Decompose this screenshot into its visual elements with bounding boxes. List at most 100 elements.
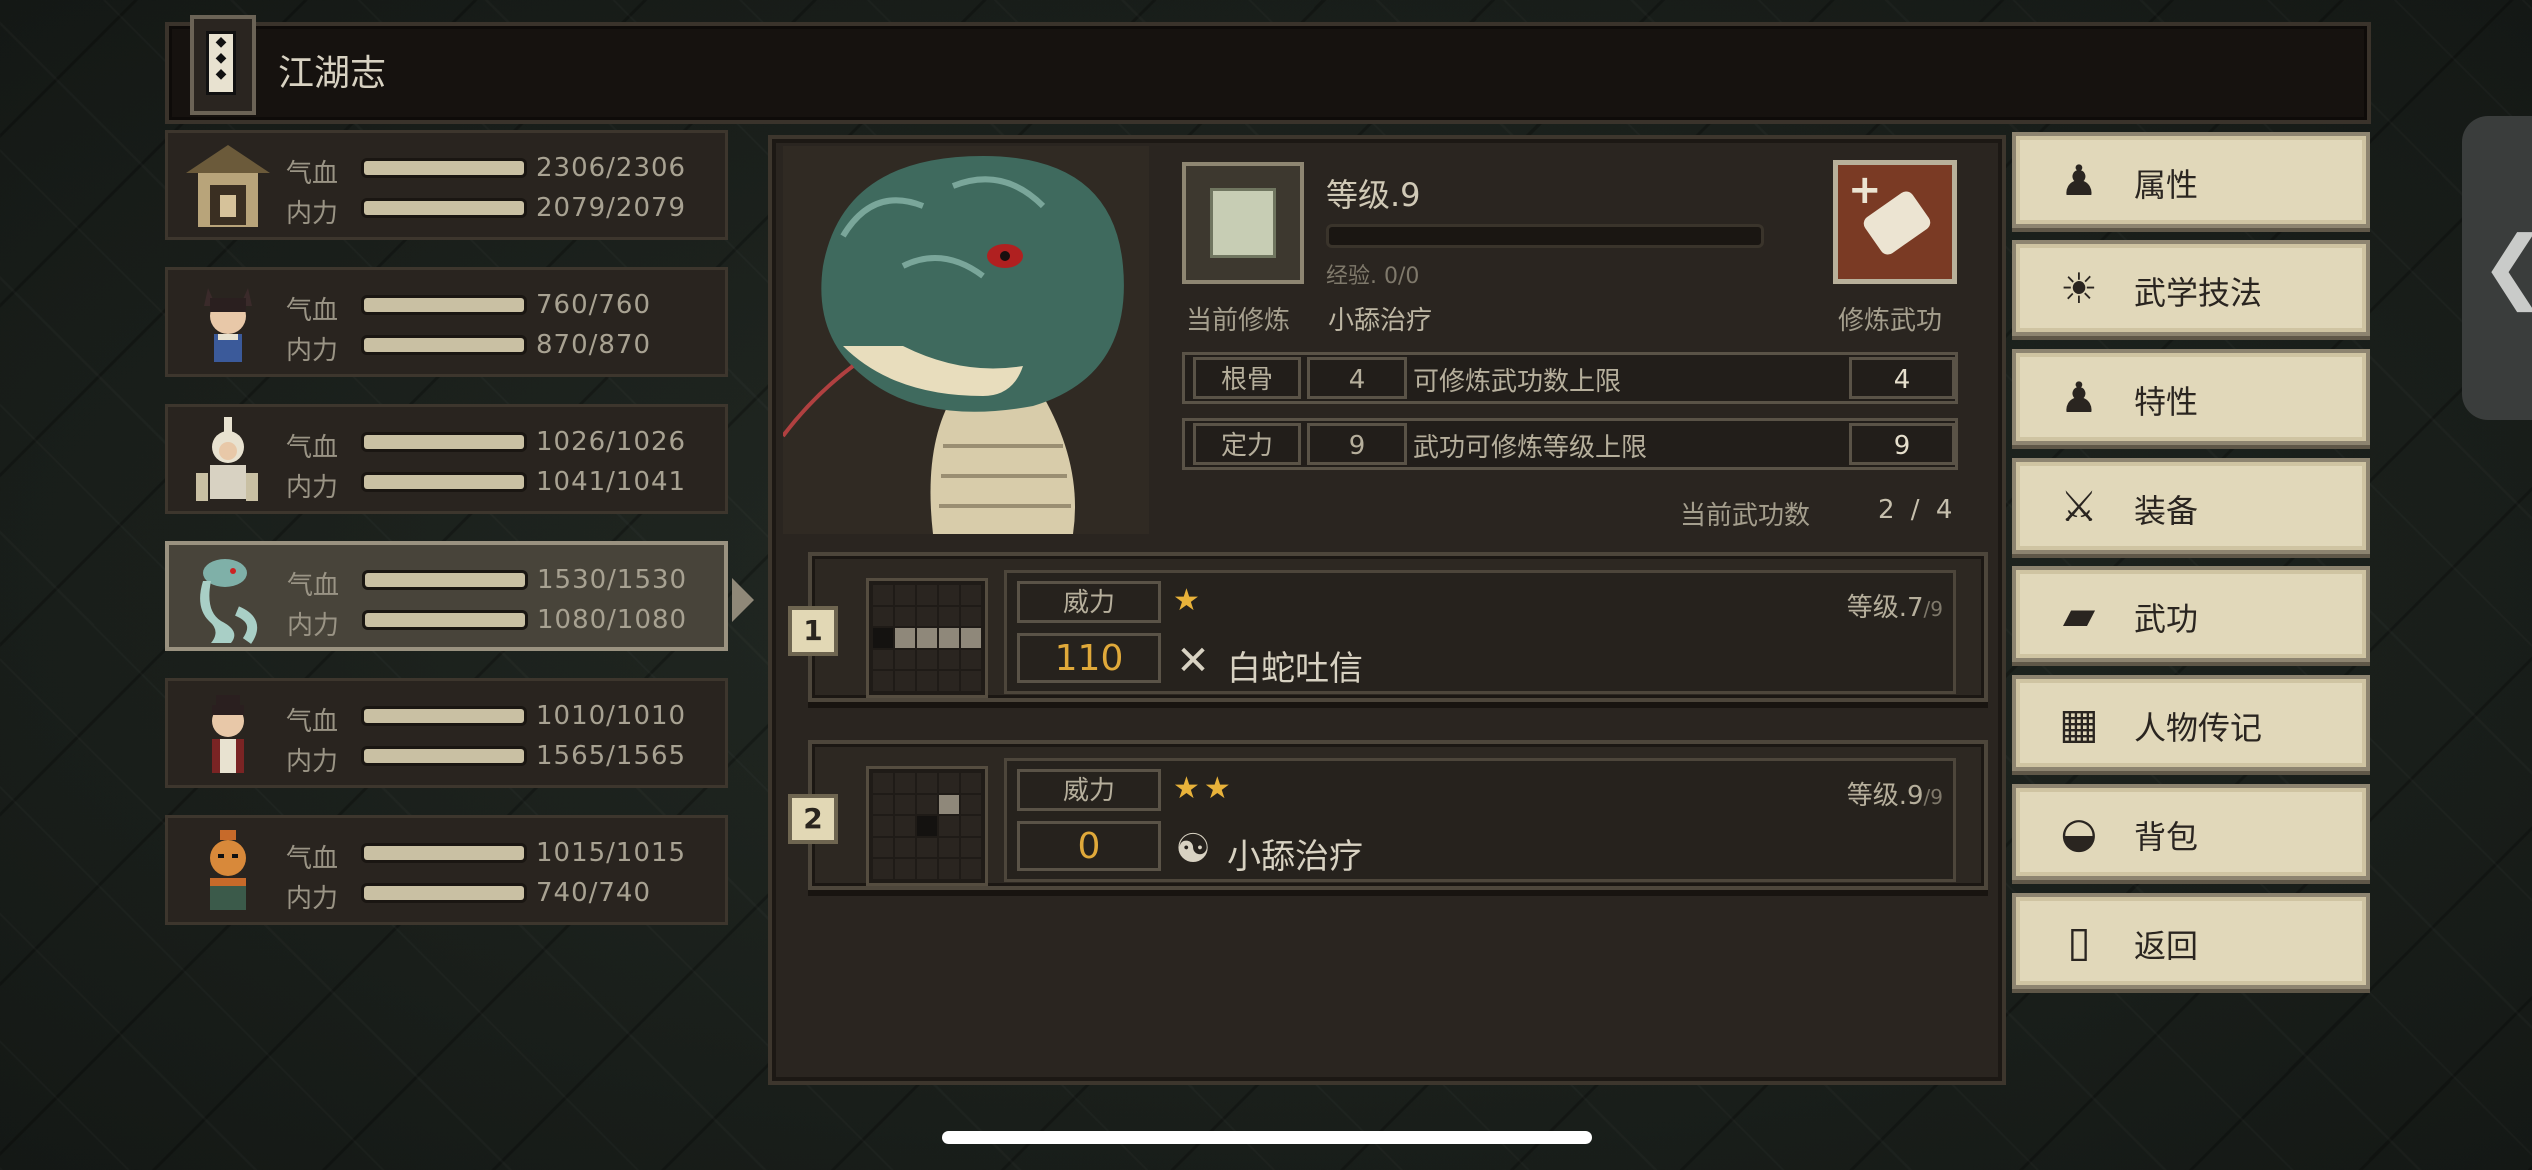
menu-techniques-button[interactable]: ☀ 武学技法 <box>2012 240 2370 336</box>
avatar-tiger-warrior <box>210 830 246 910</box>
door-icon: ▯ <box>2067 917 2091 966</box>
skill-name: 白蛇吐信 <box>1227 649 1363 689</box>
hp-label: 气血 <box>286 159 339 189</box>
hp-label: 气血 <box>287 571 340 601</box>
hp-bar <box>364 709 524 723</box>
train-skill-button[interactable]: + <box>1833 160 1957 284</box>
avatar-swordswoman <box>212 695 244 773</box>
character-card[interactable]: 气血 1015/1015 内力 740/740 <box>165 815 728 925</box>
level-scroll-icon <box>1182 162 1304 284</box>
current-training-label: 当前修炼 <box>1186 306 1291 336</box>
hp-value: 1026/1026 <box>536 427 687 457</box>
side-drawer-tab[interactable]: ❮ <box>2462 116 2532 420</box>
menu-biography-button[interactable]: ▦ 人物传记 <box>2012 675 2370 771</box>
exp-text: 经验. 0/0 <box>1326 264 1420 289</box>
mp-bar <box>364 338 524 352</box>
character-card[interactable]: 气血 1026/1026 内力 1041/1041 <box>165 404 728 514</box>
selection-arrow-icon <box>732 578 754 622</box>
star-rating-icon: ★★ <box>1173 771 1235 806</box>
hp-value: 2306/2306 <box>536 153 687 183</box>
page-title: 江湖志 <box>278 53 387 94</box>
yin-yang-icon: ☯ <box>1175 826 1211 872</box>
bag-icon: ◒ <box>2060 808 2098 857</box>
hp-label: 气血 <box>286 433 339 463</box>
crossed-swords-icon: ✕ <box>1176 638 1210 684</box>
mp-label: 内力 <box>287 611 340 641</box>
exp-bar <box>1326 224 1764 248</box>
character-card[interactable]: 气血 760/760 内力 870/870 <box>165 267 728 377</box>
skill-slot[interactable]: 2 威力 0 ★★ ☯ 小舔治疗 等级.9/9 <box>788 740 1988 890</box>
mp-value: 1565/1565 <box>536 741 687 771</box>
avatar-fox-girl <box>204 288 252 362</box>
snake-portrait <box>783 146 1149 534</box>
avatar-white-snake <box>200 559 258 644</box>
journal-book-icon: ◆ ◆ ◆ <box>190 15 256 115</box>
menu-label: 背包 <box>2134 818 2199 856</box>
manual-icon: ▰ <box>2062 590 2096 639</box>
attribute-limit: 9 <box>1849 423 1955 465</box>
attribute-limit: 4 <box>1849 357 1955 399</box>
mp-bar <box>364 886 524 900</box>
menu-label: 装备 <box>2134 492 2199 530</box>
menu-attributes-button[interactable]: ♟ 属性 <box>2012 132 2370 228</box>
plus-icon: + <box>1848 167 1882 213</box>
skill-level: 等级.9/9 <box>1846 781 1943 811</box>
power-label: 威力 <box>1017 581 1161 623</box>
mp-label: 内力 <box>286 199 339 229</box>
attribute-value: 9 <box>1307 423 1407 465</box>
attribute-name: 定力 <box>1193 423 1301 465</box>
hp-bar <box>364 161 524 175</box>
hp-label: 气血 <box>286 844 339 874</box>
hp-value: 760/760 <box>536 290 652 320</box>
scroll-icon: ▦ <box>2059 699 2099 748</box>
avatar-white-monk <box>196 417 258 501</box>
attribute-desc: 可修炼武功数上限 <box>1413 367 1622 397</box>
mp-bar <box>364 201 524 215</box>
slot-number: 2 <box>788 794 838 844</box>
menu-equipment-button[interactable]: ⚔ 装备 <box>2012 458 2370 554</box>
current-training-value: 小舔治疗 <box>1328 306 1433 336</box>
character-card[interactable]: 气血 2306/2306 内力 2079/2079 <box>165 130 728 240</box>
skill-slot[interactable]: 1 威力 110 ★ ✕ 白蛇吐信 等级.7/9 <box>788 552 1988 702</box>
meditating-figure-icon: ♟ <box>2060 373 2098 422</box>
menu-label: 武功 <box>2134 600 2199 638</box>
character-card[interactable]: 气血 1010/1010 内力 1565/1565 <box>165 678 728 788</box>
figure-icon: ♟ <box>2060 156 2098 205</box>
hp-bar <box>364 298 524 312</box>
menu-label: 武学技法 <box>2134 274 2263 312</box>
menu-back-button[interactable]: ▯ 返回 <box>2012 893 2370 989</box>
skill-info: 威力 110 ★ ✕ 白蛇吐信 等级.7/9 <box>1004 570 1956 694</box>
hp-label: 气血 <box>286 707 339 737</box>
skill-level: 等级.7/9 <box>1846 593 1943 623</box>
hp-bar <box>364 435 524 449</box>
star-rating-icon: ★ <box>1173 583 1204 618</box>
mp-value: 1080/1080 <box>537 605 688 635</box>
slot-number: 1 <box>788 606 838 656</box>
skill-name: 小舔治疗 <box>1227 837 1363 877</box>
sword-icon: ⚔ <box>2060 482 2098 531</box>
mp-bar <box>364 749 524 763</box>
hp-label: 气血 <box>286 296 339 326</box>
mp-value: 2079/2079 <box>536 193 687 223</box>
chevron-left-icon: ❮ <box>2480 216 2532 316</box>
menu-label: 属性 <box>2134 166 2199 204</box>
mp-label: 内力 <box>286 473 339 503</box>
title-bar <box>165 22 2371 124</box>
attribute-name: 根骨 <box>1193 357 1301 399</box>
attribute-row-bone: 根骨 4 可修炼武功数上限 4 <box>1182 352 1958 404</box>
mp-label: 内力 <box>286 336 339 366</box>
skill-count-label: 当前武功数 <box>1680 501 1811 531</box>
menu-inventory-button[interactable]: ◒ 背包 <box>2012 784 2370 880</box>
character-card-selected[interactable]: 气血 1530/1530 内力 1080/1080 <box>165 541 728 651</box>
hp-bar <box>365 573 525 587</box>
power-value: 0 <box>1017 821 1161 871</box>
avatar-pavilion <box>186 145 270 227</box>
skill-info: 威力 0 ★★ ☯ 小舔治疗 等级.9/9 <box>1004 758 1956 882</box>
menu-traits-button[interactable]: ♟ 特性 <box>2012 349 2370 445</box>
menu-martial-arts-button[interactable]: ▰ 武功 <box>2012 566 2370 662</box>
home-indicator[interactable] <box>942 1131 1592 1144</box>
hp-value: 1015/1015 <box>536 838 687 868</box>
menu-label: 特性 <box>2134 383 2199 421</box>
mp-label: 内力 <box>286 884 339 914</box>
mp-value: 1041/1041 <box>536 467 687 497</box>
